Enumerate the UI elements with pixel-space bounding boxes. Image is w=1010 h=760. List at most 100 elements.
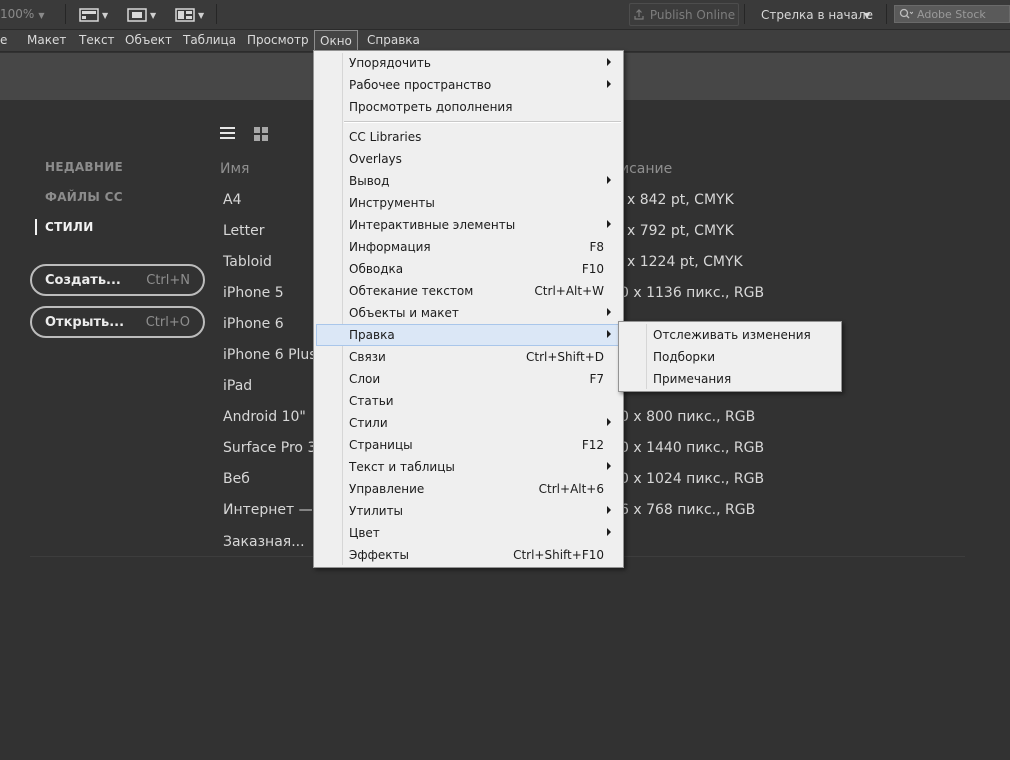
- chevron-down-icon: ▼: [38, 11, 45, 20]
- menu-item-utilities[interactable]: Утилиты: [316, 500, 621, 522]
- submenu-item-notes[interactable]: Примечания: [621, 368, 839, 390]
- toolbar-divider: [744, 4, 745, 24]
- menu-item-text-wrap[interactable]: Обтекание текстом Ctrl+Alt+W: [316, 280, 621, 302]
- preset-row-name[interactable]: iPad: [223, 378, 252, 394]
- preset-row-name[interactable]: Заказная...: [223, 534, 305, 550]
- arrow-mode-value: Стрелка в начале: [761, 7, 874, 22]
- menu-window[interactable]: Окно: [314, 30, 358, 51]
- open-button[interactable]: Открыть... Ctrl+O: [30, 306, 205, 338]
- menu-item-shortcut: F7: [589, 372, 604, 386]
- menu-item-object-layout[interactable]: Объекты и макет: [316, 302, 621, 324]
- preset-row-name[interactable]: Surface Pro 3: [223, 440, 316, 456]
- submenu-arrow-icon: [607, 58, 611, 66]
- menu-item-shortcut: F10: [581, 262, 604, 276]
- toolbar-divider: [65, 4, 66, 24]
- menu-item-overlays[interactable]: Overlays: [316, 148, 621, 170]
- preset-row-name[interactable]: Интернет — C: [223, 502, 327, 518]
- preset-row-desc: 0 x 1440 пикс., RGB: [620, 440, 765, 456]
- chevron-down-icon: ▼: [863, 11, 870, 20]
- menu-item-label: Статьи: [349, 394, 394, 408]
- submenu-item-track-changes[interactable]: Отслеживать изменения: [621, 324, 839, 346]
- zoom-level-dropdown[interactable]: 100% ▼: [0, 7, 44, 21]
- preset-row-name[interactable]: iPhone 5: [223, 285, 284, 301]
- nav-cc-files[interactable]: ФАЙЛЫ CC: [45, 190, 123, 204]
- menu-item-styles[interactable]: Стили: [316, 412, 621, 434]
- submenu-arrow-icon: [607, 220, 611, 228]
- view-options-button[interactable]: ▼: [127, 6, 156, 24]
- preset-row-name[interactable]: iPhone 6: [223, 316, 284, 332]
- preset-row-name[interactable]: Веб: [223, 471, 250, 487]
- preset-row-name[interactable]: A4: [223, 192, 241, 208]
- menu-item-info[interactable]: Информация F8: [316, 236, 621, 258]
- thumbnail-view-icon[interactable]: [254, 127, 268, 141]
- menu-item-shortcut: Ctrl+Shift+D: [526, 350, 604, 364]
- menu-item-label: Утилиты: [349, 504, 404, 518]
- preset-row-desc: x 842 pt, CMYK: [627, 192, 734, 208]
- menu-item-label: Просмотреть дополнения: [349, 100, 513, 114]
- menu-item-shortcut: Ctrl+Alt+W: [534, 284, 604, 298]
- search-icon: [899, 8, 913, 19]
- menu-item-pages[interactable]: Страницы F12: [316, 434, 621, 456]
- arrange-documents-button[interactable]: ▼: [175, 6, 204, 24]
- preset-row-desc: x 1224 pt, CMYK: [627, 254, 743, 270]
- nav-recent[interactable]: НЕДАВНИЕ: [45, 160, 123, 174]
- menu-layout[interactable]: Макет: [27, 30, 66, 51]
- menu-view[interactable]: Просмотр: [247, 30, 309, 51]
- menu-item-layers[interactable]: Слои F7: [316, 368, 621, 390]
- menu-item-label: Слои: [349, 372, 381, 386]
- chevron-down-icon: ▼: [150, 10, 157, 20]
- active-nav-indicator: [35, 219, 37, 235]
- menu-item-editorial[interactable]: Правка: [316, 324, 621, 346]
- column-header-description[interactable]: исание: [620, 161, 672, 177]
- menu-item-arrange[interactable]: Упорядочить: [316, 52, 621, 74]
- submenu-arrow-icon: [607, 506, 611, 514]
- preset-row-desc: x 792 pt, CMYK: [627, 223, 734, 239]
- preset-row-name[interactable]: Letter: [223, 223, 265, 239]
- menu-item-output[interactable]: Вывод: [316, 170, 621, 192]
- column-header-name[interactable]: Имя: [220, 161, 249, 177]
- arrange-documents-icon: [175, 8, 195, 22]
- menu-item-stroke[interactable]: Обводка F10: [316, 258, 621, 280]
- create-new-button[interactable]: Создать... Ctrl+N: [30, 264, 205, 296]
- chevron-down-icon: ▼: [102, 10, 109, 20]
- menu-item-type-tables[interactable]: Текст и таблицы: [316, 456, 621, 478]
- menu-item-links[interactable]: Связи Ctrl+Shift+D: [316, 346, 621, 368]
- menu-object[interactable]: Объект: [125, 30, 172, 51]
- menu-item-control[interactable]: Управление Ctrl+Alt+6: [316, 478, 621, 500]
- open-label: Открыть...: [45, 314, 125, 330]
- publish-icon: [634, 8, 644, 20]
- screen-mode-button[interactable]: ▼: [79, 6, 108, 24]
- list-view-icon[interactable]: [220, 127, 235, 140]
- menu-item-articles[interactable]: Статьи: [316, 390, 621, 412]
- submenu-item-assignments[interactable]: Подборки: [621, 346, 839, 368]
- window-menu-dropdown: Упорядочить Рабочее пространство Просмот…: [313, 50, 624, 568]
- menu-help[interactable]: Справка: [367, 30, 420, 51]
- menu-item-workspace[interactable]: Рабочее пространство: [316, 74, 621, 96]
- preset-row-name[interactable]: Android 10": [223, 409, 306, 425]
- menu-item-label: Стили: [349, 416, 388, 430]
- menu-table[interactable]: Таблица: [183, 30, 236, 51]
- menu-item-effects[interactable]: Эффекты Ctrl+Shift+F10: [316, 544, 621, 566]
- menu-item-label: Отслеживать изменения: [653, 328, 811, 342]
- arrow-mode-dropdown[interactable]: Стрелка в начале ▼: [752, 3, 878, 26]
- submenu-arrow-icon: [607, 418, 611, 426]
- preset-row-name[interactable]: iPhone 6 Plus: [223, 347, 317, 363]
- nav-presets[interactable]: СТИЛИ: [45, 220, 94, 234]
- menu-item-label: Связи: [349, 350, 386, 364]
- preset-row-desc: 0 x 1136 пикс., RGB: [620, 285, 765, 301]
- menu-item-label: Инструменты: [349, 196, 435, 210]
- publish-online-button[interactable]: Publish Online: [629, 3, 739, 26]
- menu-type[interactable]: Текст: [79, 30, 115, 51]
- menu-item-label: Управление: [349, 482, 425, 496]
- menu-item-tools[interactable]: Инструменты: [316, 192, 621, 214]
- menu-item-color[interactable]: Цвет: [316, 522, 621, 544]
- menu-item-browse-addons[interactable]: Просмотреть дополнения: [316, 96, 621, 118]
- menu-item-cc-libraries[interactable]: CC Libraries: [316, 126, 621, 148]
- preset-row-desc: 0 x 1024 пикс., RGB: [620, 471, 765, 487]
- menu-item-interactive[interactable]: Интерактивные элементы: [316, 214, 621, 236]
- menu-item-label: Цвет: [349, 526, 380, 540]
- menu-edit-partial[interactable]: е: [0, 30, 7, 51]
- menu-item-label: Страницы: [349, 438, 413, 452]
- adobe-stock-search-field[interactable]: Adobe Stock: [894, 5, 1010, 23]
- preset-row-name[interactable]: Tabloid: [223, 254, 272, 270]
